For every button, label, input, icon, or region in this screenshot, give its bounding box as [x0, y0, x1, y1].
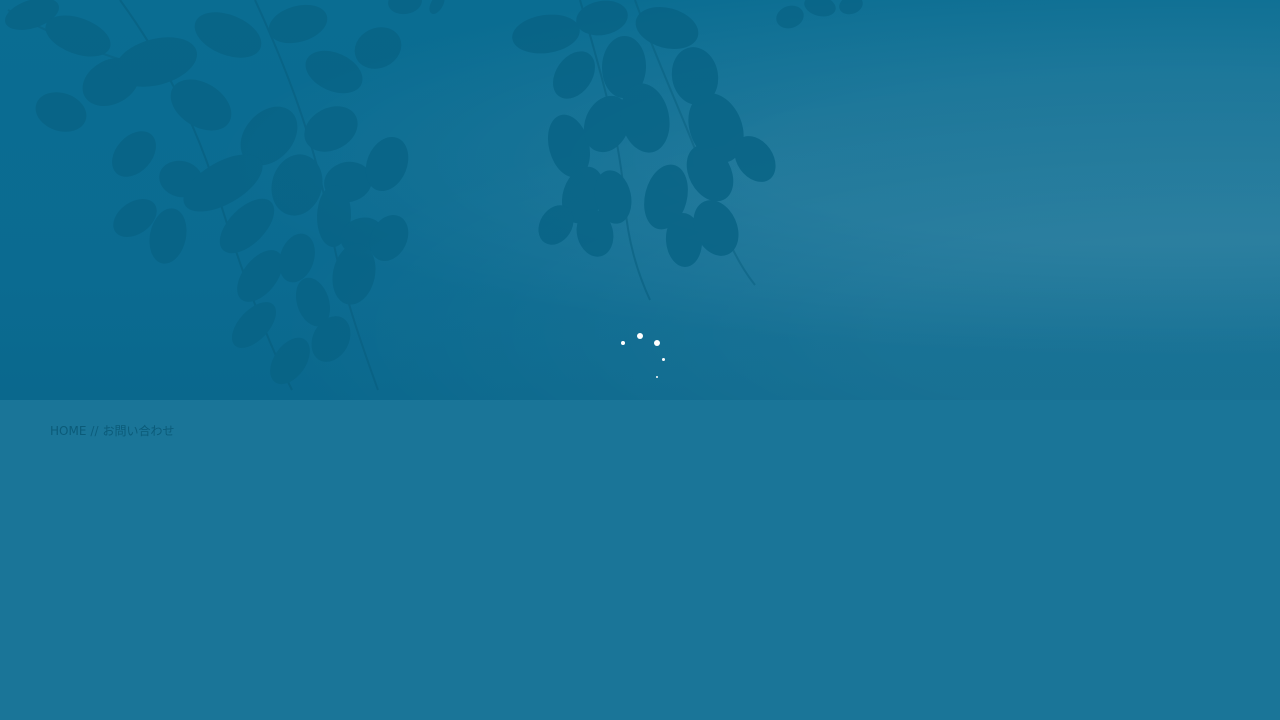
spinner-dot-left — [621, 341, 625, 345]
main-content-area — [0, 400, 1280, 720]
spinner-dot-top-right — [654, 340, 660, 346]
middle-leaf-cluster — [512, 0, 776, 301]
hero-banner — [0, 0, 1280, 400]
loading-spinner — [610, 325, 674, 385]
left-leaf-cluster — [5, 0, 409, 391]
breadcrumb-home-link[interactable]: HOME — [50, 423, 86, 439]
breadcrumb-separator: // — [90, 424, 99, 438]
breadcrumb-current-page: お問い合わせ — [102, 424, 175, 438]
spinner-dot-right — [662, 358, 665, 361]
spinner-dot-top — [637, 333, 643, 339]
contact-page: HOME // お問い合わせ — [0, 0, 1280, 720]
breadcrumb: HOME // お問い合わせ — [50, 423, 175, 439]
spinner-dot-bottom — [656, 376, 658, 378]
